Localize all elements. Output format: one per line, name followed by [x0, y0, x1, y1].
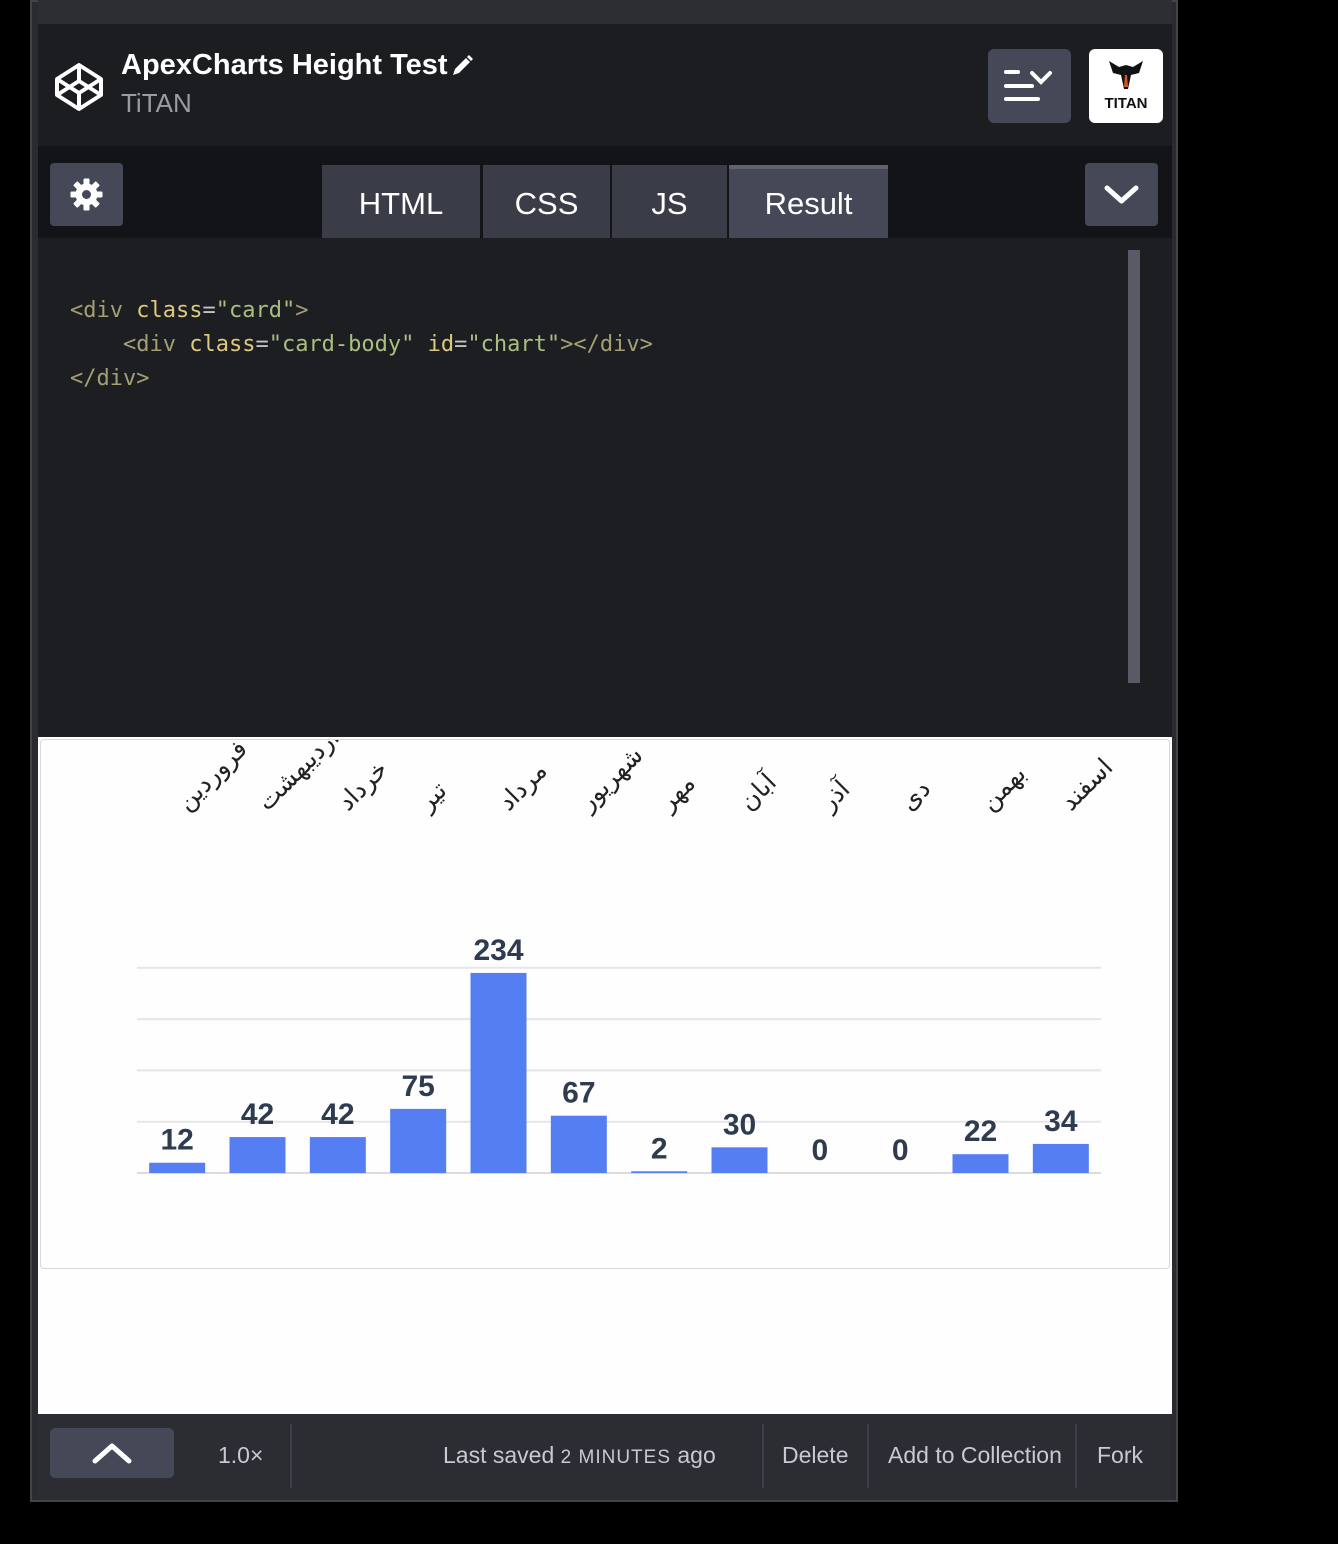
tab-result[interactable]: Result [729, 165, 888, 238]
pen-header: ApexCharts Height Test TiTAN TITAN [38, 24, 1172, 146]
footer-divider [1075, 1424, 1077, 1488]
x-tick-label: تیر [410, 776, 452, 818]
layout-toggle-icon [1004, 70, 1052, 101]
pen-title[interactable]: ApexCharts Height Test [121, 49, 448, 82]
footer-divider [867, 1424, 869, 1488]
x-tick-label: اردیبهشت [251, 740, 345, 817]
last-saved-time: 2 MINUTES [560, 1447, 671, 1468]
chart-bar [470, 972, 527, 1173]
data-label: 67 [562, 1077, 595, 1110]
data-label: 34 [1044, 1105, 1078, 1138]
chart-bar [390, 1108, 447, 1173]
top-strip [38, 0, 1172, 24]
chart-bar [1032, 1143, 1089, 1173]
data-label: 12 [160, 1124, 193, 1157]
x-tick-label: فروردین [171, 740, 254, 817]
avatar-text: TITAN [1104, 95, 1148, 112]
chart-bar [631, 1171, 688, 1173]
code-line-2: <div class="card-body" id="chart"></div> [122, 332, 653, 357]
x-tick-label: مهر [651, 768, 701, 818]
add-to-collection-button[interactable]: Add to Collection [888, 1442, 1062, 1469]
chart-bar [149, 1162, 206, 1173]
chart-bar [711, 1147, 768, 1173]
data-label: 42 [241, 1098, 274, 1131]
expand-editor-button[interactable] [50, 1428, 174, 1478]
tab-css[interactable]: CSS [483, 165, 610, 238]
user-avatar[interactable]: TITAN [1089, 49, 1163, 123]
x-tick-label: بهمن [974, 759, 1032, 817]
result-pane: 12 فروردین 42 اردیبهشت 42 خرداد 75 تیر 234 مرداد 6… [38, 723, 1172, 1414]
delete-button[interactable]: Delete [782, 1442, 848, 1469]
x-tick-label: آبان [733, 766, 783, 816]
gear-icon [70, 178, 103, 211]
footer-divider [290, 1424, 292, 1488]
editor-scrollbar[interactable] [1128, 250, 1140, 683]
x-tick-label: شهریور [571, 740, 649, 818]
collapse-editor-button[interactable] [1085, 163, 1158, 226]
chevron-down-icon [1104, 185, 1139, 204]
pen-owner[interactable]: TiTAN [121, 88, 192, 119]
edit-pencil-icon[interactable] [450, 54, 474, 78]
chart-card: 12 فروردین 42 اردیبهشت 42 خرداد 75 تیر 234 مرداد 6… [40, 723, 1170, 1269]
code-line-3: </div> [70, 366, 150, 391]
chart-bar [952, 1154, 1009, 1173]
chart-bar [229, 1137, 286, 1173]
tab-js[interactable]: JS [612, 165, 727, 238]
last-saved-prefix: Last saved [443, 1442, 555, 1468]
x-tick-label: دی [894, 774, 936, 816]
chevron-up-icon [92, 1443, 132, 1464]
settings-button[interactable] [50, 163, 123, 226]
x-tick-label: اسفند [1055, 752, 1119, 816]
change-view-button[interactable] [988, 49, 1071, 123]
footer-divider [762, 1424, 764, 1488]
codepen-logo-icon[interactable] [54, 62, 104, 112]
data-label: 0 [892, 1134, 909, 1167]
x-tick-label: خرداد [332, 754, 394, 816]
x-tick-label: مرداد [492, 756, 552, 816]
editor-tabbar: HTML CSS JS Result [38, 146, 1172, 238]
code-content[interactable]: <div class="card"> <div class="card-body… [70, 294, 653, 396]
data-label: 2 [651, 1132, 668, 1165]
zoom-level[interactable]: 1.0× [218, 1442, 263, 1469]
chart-bar [550, 1115, 607, 1173]
bar-chart: 12فروردین42اردیبهشت42خرداد75تیر234مرداد6… [137, 723, 1119, 1174]
last-saved-status: Last saved 2 MINUTES ago [443, 1442, 716, 1469]
data-label: 0 [811, 1134, 828, 1167]
data-label: 22 [964, 1115, 997, 1148]
x-tick-label: آذر [811, 773, 856, 818]
tab-html[interactable]: HTML [322, 165, 480, 238]
data-label: 30 [723, 1108, 756, 1141]
editor-footer: 1.0× Last saved 2 MINUTES ago Delete Add… [38, 1414, 1172, 1500]
pen-panel: ApexCharts Height Test TiTAN TITAN HTML … [38, 0, 1172, 1500]
data-label: 75 [401, 1070, 434, 1103]
html-code-editor[interactable]: <div class="card"> <div class="card-body… [38, 238, 1172, 736]
chart-bar [309, 1137, 366, 1173]
fork-button[interactable]: Fork [1097, 1442, 1143, 1469]
data-label: 234 [473, 934, 523, 967]
code-line-1: <div class="card"> [70, 298, 309, 323]
last-saved-suffix: ago [677, 1442, 716, 1468]
data-label: 42 [321, 1098, 354, 1131]
